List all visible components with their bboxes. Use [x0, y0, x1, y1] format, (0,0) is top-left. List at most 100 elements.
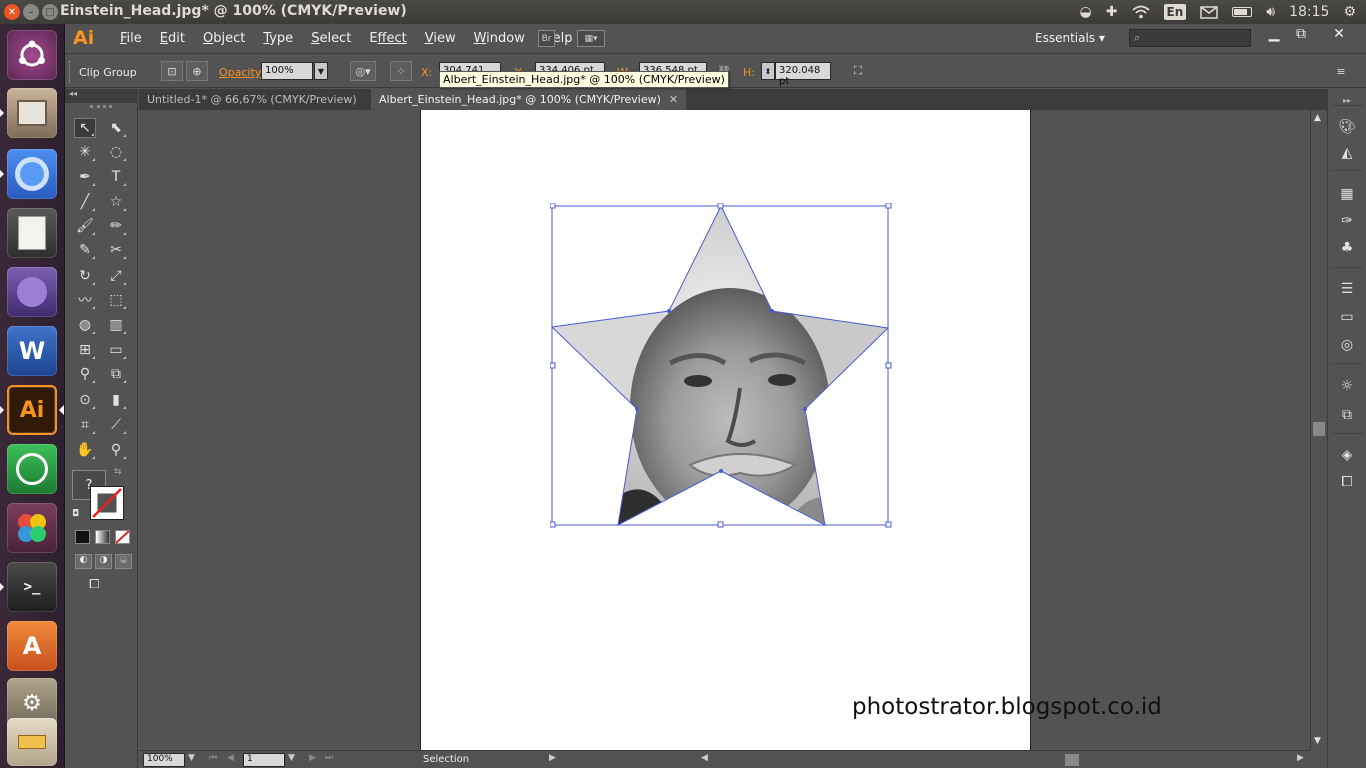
- workspace-switcher[interactable]: Essentials ▾: [1035, 31, 1105, 45]
- artboards-panel-icon[interactable]: ⧠: [1337, 472, 1357, 492]
- menu-type[interactable]: Type: [254, 31, 302, 46]
- app-close-button[interactable]: ✕: [1327, 26, 1351, 42]
- swatches-panel-icon[interactable]: ▦: [1337, 184, 1357, 204]
- minimize-window-button[interactable]: –: [23, 4, 39, 20]
- session-gear-icon[interactable]: ⚙: [1343, 4, 1356, 20]
- software-center-icon[interactable]: A: [7, 621, 57, 671]
- draw-normal-icon[interactable]: ◐: [75, 554, 92, 569]
- eyedropper-tool-icon[interactable]: ⚲: [74, 364, 96, 384]
- artboard-number-field[interactable]: 1: [243, 753, 285, 767]
- height-field[interactable]: 320.048 pt: [775, 62, 831, 87]
- artboard-dropdown-icon[interactable]: ▼: [288, 753, 295, 763]
- tools-panel-collapse[interactable]: ◂◂: [65, 89, 138, 103]
- screen-mode-icon[interactable]: ⧠: [89, 577, 109, 593]
- blend-tool-icon[interactable]: ⧉: [105, 364, 127, 384]
- edit-clipping-path-icon[interactable]: ⊡: [161, 61, 183, 81]
- horizontal-scroll-thumb[interactable]: [1065, 754, 1079, 766]
- appearance-panel-icon[interactable]: ☼: [1337, 376, 1357, 396]
- default-colors-icon[interactable]: ◘: [72, 509, 79, 519]
- hand-tool-icon[interactable]: ✋: [74, 440, 96, 460]
- scroll-right-icon[interactable]: ▶: [1297, 753, 1304, 763]
- illustrator-icon[interactable]: Ai: [7, 385, 57, 435]
- stroke-swatch[interactable]: [90, 486, 124, 520]
- line-tool-icon[interactable]: ╱: [74, 192, 96, 212]
- clock[interactable]: 18:15: [1289, 4, 1329, 20]
- edit-contents-icon[interactable]: ⊕: [186, 61, 208, 81]
- recolor-artwork-icon[interactable]: ◎▾: [350, 61, 376, 81]
- stroke-panel-icon[interactable]: ☰: [1337, 279, 1357, 299]
- scroll-up-icon[interactable]: ▲: [1314, 113, 1321, 123]
- last-artboard-icon[interactable]: ⏭: [325, 753, 333, 763]
- sync-icon[interactable]: ◒: [1080, 4, 1092, 20]
- dock-collapse-icon[interactable]: ▸▸: [1337, 90, 1357, 110]
- opacity-label[interactable]: Opacity:: [219, 66, 264, 79]
- help-search-input[interactable]: [1129, 29, 1251, 47]
- first-artboard-icon[interactable]: ⏮: [209, 753, 217, 763]
- text-editor-icon[interactable]: [7, 208, 57, 258]
- keyboard-layout-indicator[interactable]: En: [1163, 4, 1187, 20]
- lasso-tool-icon[interactable]: ◌: [105, 142, 127, 162]
- height-stepper[interactable]: ⬍: [761, 62, 775, 80]
- volume-icon[interactable]: 🔊︎: [1266, 4, 1275, 20]
- file-cabinet-icon[interactable]: [7, 88, 57, 138]
- bridge-button[interactable]: Br: [538, 30, 555, 47]
- zoom-level-field[interactable]: 100%: [143, 753, 185, 767]
- gradient-mode-button[interactable]: [95, 530, 110, 544]
- pen-tool-icon[interactable]: ✒: [74, 167, 96, 187]
- menu-view[interactable]: View: [416, 31, 465, 46]
- horizontal-scrollbar[interactable]: ◀ ▶: [699, 753, 1366, 767]
- mesh-tool-icon[interactable]: ⊞: [74, 340, 96, 360]
- graphic-styles-panel-icon[interactable]: ⧉: [1337, 405, 1357, 425]
- none-mode-button[interactable]: [115, 530, 130, 544]
- swap-fill-stroke-icon[interactable]: ⇆: [114, 467, 122, 477]
- zoom-dropdown-icon[interactable]: ▼: [188, 753, 195, 763]
- scroll-left-icon[interactable]: ◀: [701, 753, 708, 763]
- symbols-panel-icon[interactable]: ♣: [1337, 238, 1357, 258]
- star-tool-icon[interactable]: ☆: [105, 192, 127, 212]
- maximize-window-button[interactable]: □: [42, 4, 58, 20]
- graph-tool-icon[interactable]: ▮: [105, 390, 127, 410]
- symbol-sprayer-tool-icon[interactable]: ⊙: [74, 390, 96, 410]
- type-tool-icon[interactable]: T: [105, 167, 127, 187]
- menu-edit[interactable]: Edit: [151, 31, 194, 46]
- pinwheel-icon[interactable]: [7, 503, 57, 553]
- status-menu-icon[interactable]: ▶: [549, 753, 556, 763]
- scissors-tool-icon[interactable]: ✂: [105, 240, 127, 260]
- brushes-panel-icon[interactable]: ✑: [1337, 211, 1357, 231]
- panel-menu-icon[interactable]: ≡: [1330, 61, 1352, 81]
- opacity-dropdown-icon[interactable]: ▼: [314, 62, 328, 80]
- ubuntu-logo-icon[interactable]: [7, 30, 57, 80]
- vertical-scrollbar[interactable]: ▲ ▼: [1310, 110, 1327, 750]
- layers-panel-icon[interactable]: ◈: [1337, 445, 1357, 465]
- perspective-grid-tool-icon[interactable]: ▥: [105, 315, 127, 335]
- star-clip-group[interactable]: [550, 203, 892, 529]
- chromium-icon[interactable]: [7, 149, 57, 199]
- pencil-tool-icon[interactable]: ✏: [105, 216, 127, 236]
- scroll-down-icon[interactable]: ▼: [1314, 736, 1321, 746]
- battery-icon[interactable]: [1232, 7, 1253, 17]
- gradient-tool-icon[interactable]: ▭: [105, 340, 127, 360]
- whatsapp-icon[interactable]: [7, 444, 57, 494]
- paintbrush-tool-icon[interactable]: 🖌︎: [74, 216, 96, 236]
- free-transform-tool-icon[interactable]: ⬚: [105, 290, 127, 310]
- menu-object[interactable]: Object: [194, 31, 254, 46]
- app-minimize-button[interactable]: ▁: [1262, 26, 1286, 42]
- purple-app-icon[interactable]: [7, 267, 57, 317]
- usb-disk-icon[interactable]: [7, 718, 57, 766]
- zoom-tool-icon[interactable]: ⚲: [105, 440, 127, 460]
- draw-behind-icon[interactable]: ◑: [95, 554, 112, 569]
- color-mode-button[interactable]: [75, 530, 90, 544]
- next-artboard-icon[interactable]: ▶: [309, 753, 316, 763]
- wifi-icon[interactable]: [1131, 5, 1150, 19]
- menu-effect[interactable]: Effect: [360, 31, 415, 46]
- tools-grip[interactable]: [90, 105, 112, 108]
- word-icon[interactable]: W: [7, 326, 57, 376]
- arrange-documents-icon[interactable]: ▦▾: [577, 30, 605, 47]
- blob-brush-tool-icon[interactable]: ✎: [74, 240, 96, 260]
- vertical-scroll-thumb[interactable]: [1313, 422, 1325, 436]
- panel-grip[interactable]: [69, 61, 72, 83]
- canvas-area[interactable]: photostrator.blogspot.co.id: [139, 110, 1310, 750]
- transform-icon[interactable]: ⛶: [847, 61, 869, 81]
- color-guide-panel-icon[interactable]: ◭: [1337, 143, 1357, 163]
- menu-select[interactable]: Select: [302, 31, 360, 46]
